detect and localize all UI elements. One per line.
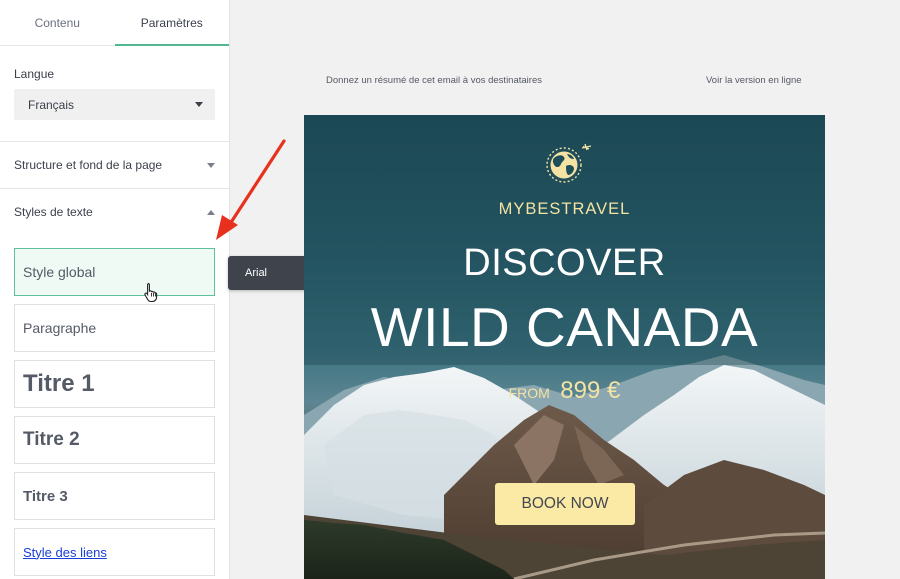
style-item-links[interactable]: Style des liens: [14, 528, 215, 576]
sidebar-tabs: Contenu Paramètres: [0, 0, 229, 46]
book-now-button[interactable]: BOOK NOW: [495, 483, 635, 525]
settings-sidebar: Contenu Paramètres Langue Français Struc…: [0, 0, 230, 579]
page-structure-section: Structure et fond de la page: [0, 142, 229, 189]
caret-down-icon: [195, 102, 203, 107]
price-value: 899 €: [560, 377, 621, 404]
style-item-label: Style global: [23, 264, 96, 280]
style-item-label: Titre 2: [23, 429, 80, 450]
globe-plane-logo-icon: [546, 143, 592, 183]
font-family-value: Arial: [245, 267, 268, 279]
text-styles-label: Styles de texte: [14, 205, 93, 219]
tab-contenu[interactable]: Contenu: [0, 0, 115, 45]
style-item-label: Titre 3: [23, 487, 68, 505]
text-styles-section: Styles de texte: [0, 189, 229, 235]
hero-headline-2: WILD CANADA: [370, 296, 759, 358]
language-value: Français: [28, 97, 75, 112]
language-label: Langue: [14, 67, 55, 81]
language-select[interactable]: Français: [14, 89, 215, 120]
style-item-label: Style des liens: [23, 544, 107, 560]
style-item-global[interactable]: Style global: [14, 248, 215, 302]
style-item-title-1[interactable]: Titre 1: [14, 360, 215, 408]
style-item-label: Paragraphe: [23, 320, 97, 336]
style-item-paragraph[interactable]: Paragraphe: [14, 304, 215, 352]
tab-parametres[interactable]: Paramètres: [114, 0, 230, 46]
language-section: Langue Français: [0, 46, 229, 142]
page-structure-toggle[interactable]: Structure et fond de la page: [14, 142, 215, 188]
style-item-label: Titre 1: [23, 370, 95, 397]
style-item-title-2[interactable]: Titre 2: [14, 416, 215, 464]
price-prefix: FROM: [508, 385, 550, 401]
email-hero-block[interactable]: MYBESTRAVEL DISCOVER WILD CANADA FROM 89…: [304, 115, 825, 579]
annotation-arrow-icon: [216, 139, 286, 240]
price-line: FROM 899 €: [304, 377, 825, 405]
hero-headline-1: DISCOVER: [463, 242, 666, 284]
page-structure-label: Structure et fond de la page: [14, 158, 163, 172]
text-styles-toggle[interactable]: Styles de texte: [14, 189, 215, 235]
style-item-title-3[interactable]: Titre 3: [14, 472, 215, 520]
view-online-link[interactable]: Voir la version en ligne: [706, 75, 802, 86]
hand-pointer-icon: [144, 282, 158, 302]
text-style-list: Style global Paragraphe Titre 1 Titre 2 …: [0, 235, 229, 576]
brand-name: MYBESTRAVEL: [498, 200, 631, 218]
preheader-text[interactable]: Donnez un résumé de cet email à vos dest…: [326, 75, 542, 86]
